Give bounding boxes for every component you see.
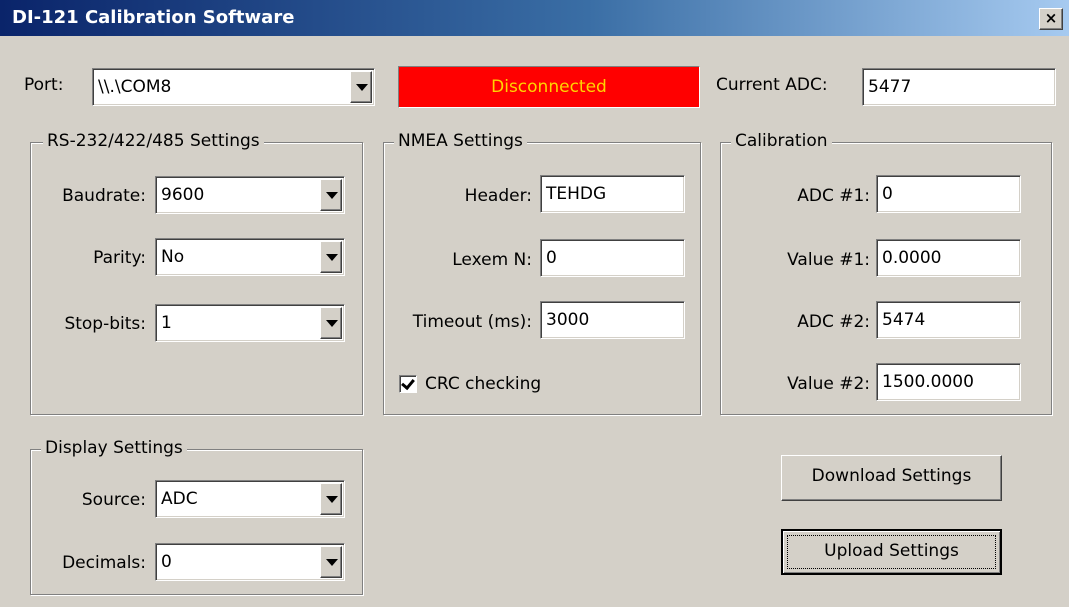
nmea-settings-title: NMEA Settings [394, 131, 527, 151]
adc2-label: ADC #2: [797, 312, 870, 332]
stopbits-label: Stop-bits: [64, 314, 146, 334]
source-combobox[interactable]: ADC [155, 480, 345, 518]
parity-value: No [161, 247, 185, 267]
decimals-value: 0 [161, 552, 172, 572]
port-combobox[interactable]: \\.\COM8 [92, 68, 375, 106]
adc1-value: 0 [882, 184, 893, 204]
timeout-field[interactable]: 3000 [540, 301, 685, 339]
calibration-title: Calibration [731, 131, 832, 151]
stopbits-combobox[interactable]: 1 [155, 304, 345, 342]
title-bar: DI-121 Calibration Software × [0, 0, 1069, 36]
value1-value: 0.0000 [882, 248, 942, 268]
chevron-down-icon[interactable] [320, 307, 342, 339]
parity-label: Parity: [93, 248, 146, 268]
lexem-value: 0 [546, 248, 557, 268]
serial-settings-title: RS-232/422/485 Settings [43, 131, 264, 151]
port-label: Port: [24, 75, 64, 95]
adc2-value: 5474 [882, 310, 926, 330]
window-title: DI-121 Calibration Software [12, 7, 295, 28]
chevron-down-icon[interactable] [320, 546, 342, 578]
source-value: ADC [161, 489, 198, 509]
current-adc-label: Current ADC: [716, 75, 828, 95]
adc2-field[interactable]: 5474 [876, 301, 1021, 339]
decimals-label: Decimals: [62, 553, 146, 573]
value1-label: Value #1: [787, 250, 870, 270]
value2-label: Value #2: [787, 374, 870, 394]
upload-settings-button[interactable]: Upload Settings [781, 529, 1002, 575]
crc-label[interactable]: CRC checking [425, 374, 541, 394]
header-value: TEHDG [546, 184, 607, 204]
download-settings-button[interactable]: Download Settings [781, 455, 1002, 501]
value1-field[interactable]: 0.0000 [876, 239, 1021, 277]
baudrate-combobox[interactable]: 9600 [155, 176, 345, 214]
baudrate-label: Baudrate: [62, 186, 146, 206]
value2-value: 1500.0000 [882, 372, 974, 392]
crc-checkbox[interactable] [399, 375, 417, 393]
display-settings-title: Display Settings [41, 438, 187, 458]
lexem-label: Lexem N: [452, 250, 532, 270]
chevron-down-icon[interactable] [350, 71, 372, 103]
current-adc-field[interactable]: 5477 [862, 68, 1056, 106]
baudrate-value: 9600 [161, 185, 205, 205]
port-value: \\.\COM8 [98, 77, 172, 97]
header-field[interactable]: TEHDG [540, 175, 685, 213]
value2-field[interactable]: 1500.0000 [876, 363, 1021, 401]
lexem-field[interactable]: 0 [540, 239, 685, 277]
close-button[interactable]: × [1039, 8, 1063, 30]
chevron-down-icon[interactable] [320, 179, 342, 211]
adc1-label: ADC #1: [797, 186, 870, 206]
timeout-label: Timeout (ms): [412, 312, 532, 332]
connection-status-text: Disconnected [491, 77, 607, 97]
chevron-down-icon[interactable] [320, 241, 342, 273]
current-adc-value: 5477 [868, 77, 912, 97]
connection-status: Disconnected [398, 66, 700, 108]
chevron-down-icon[interactable] [320, 483, 342, 515]
download-settings-label: Download Settings [811, 466, 972, 486]
source-label: Source: [81, 490, 146, 510]
close-icon: × [1044, 9, 1058, 27]
timeout-value: 3000 [546, 310, 590, 330]
adc1-field[interactable]: 0 [876, 175, 1021, 213]
decimals-combobox[interactable]: 0 [155, 543, 345, 581]
parity-combobox[interactable]: No [155, 238, 345, 276]
header-label: Header: [464, 186, 532, 206]
upload-settings-label: Upload Settings [824, 541, 959, 561]
stopbits-value: 1 [161, 313, 172, 333]
